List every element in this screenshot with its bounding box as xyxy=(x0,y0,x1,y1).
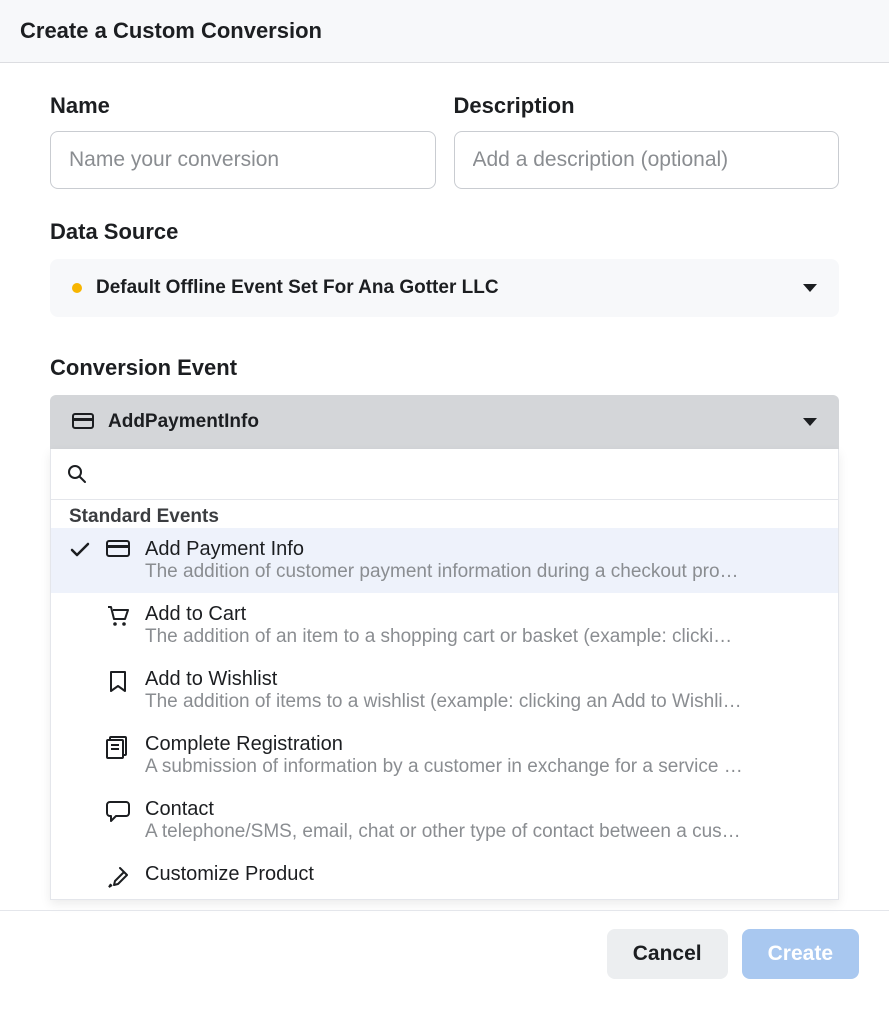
card-icon xyxy=(72,413,94,431)
dropdown-option[interactable]: Customize Product xyxy=(51,853,838,899)
option-title: Customize Product xyxy=(145,863,820,886)
conversion-event-value: AddPaymentInfo xyxy=(108,411,789,433)
name-input[interactable] xyxy=(50,131,436,189)
dialog-title: Create a Custom Conversion xyxy=(20,18,869,44)
conversion-event-select[interactable]: AddPaymentInfo xyxy=(50,395,839,449)
dropdown-option[interactable]: ContactA telephone/SMS, email, chat or o… xyxy=(51,788,838,853)
option-text: Add to WishlistThe addition of items to … xyxy=(145,668,820,713)
option-text: Complete RegistrationA submission of inf… xyxy=(145,733,820,778)
dialog-body: Name Description Data Source Default Off… xyxy=(0,63,889,910)
dialog-header: Create a Custom Conversion xyxy=(0,0,889,63)
cart-icon xyxy=(105,603,131,627)
dropdown-option[interactable]: Add to CartThe addition of an item to a … xyxy=(51,593,838,658)
check-icon xyxy=(69,733,91,737)
data-source-value: Default Offline Event Set For Ana Gotter… xyxy=(96,277,789,299)
dialog-footer: Cancel Create xyxy=(0,910,889,997)
dropdown-group-label: Standard Events xyxy=(51,500,838,528)
option-text: Customize Product xyxy=(145,863,820,886)
description-label: Description xyxy=(454,93,840,119)
data-source-label: Data Source xyxy=(50,219,839,245)
option-description: The addition of items to a wishlist (exa… xyxy=(145,691,820,713)
description-input[interactable] xyxy=(454,131,840,189)
option-text: ContactA telephone/SMS, email, chat or o… xyxy=(145,798,820,843)
name-field: Name xyxy=(50,93,436,189)
option-description: A submission of information by a custome… xyxy=(145,756,820,778)
conversion-event-dropdown: Standard Events Add Payment InfoThe addi… xyxy=(50,449,839,900)
data-source-select[interactable]: Default Offline Event Set For Ana Gotter… xyxy=(50,259,839,317)
dropdown-option[interactable]: Add to WishlistThe addition of items to … xyxy=(51,658,838,723)
option-description: The addition of customer payment informa… xyxy=(145,561,820,583)
status-dot-icon xyxy=(72,283,82,293)
dropdown-option[interactable]: Complete RegistrationA submission of inf… xyxy=(51,723,838,788)
option-title: Contact xyxy=(145,798,820,821)
check-icon xyxy=(69,603,91,607)
chat-icon xyxy=(105,798,131,822)
create-button[interactable]: Create xyxy=(742,929,859,979)
description-field: Description xyxy=(454,93,840,189)
search-icon xyxy=(67,464,87,484)
option-description: A telephone/SMS, email, chat or other ty… xyxy=(145,821,820,843)
conversion-event-label: Conversion Event xyxy=(50,355,839,381)
check-icon xyxy=(69,538,91,558)
option-title: Add Payment Info xyxy=(145,538,820,561)
option-title: Add to Cart xyxy=(145,603,820,626)
check-icon xyxy=(69,668,91,672)
form-icon xyxy=(105,733,131,759)
option-text: Add Payment InfoThe addition of customer… xyxy=(145,538,820,583)
chevron-down-icon xyxy=(803,418,817,426)
option-text: Add to CartThe addition of an item to a … xyxy=(145,603,820,648)
bookmark-icon xyxy=(105,668,131,694)
dropdown-option[interactable]: Add Payment InfoThe addition of customer… xyxy=(51,528,838,593)
dropdown-search-input[interactable] xyxy=(99,459,822,489)
option-title: Complete Registration xyxy=(145,733,820,756)
cancel-button[interactable]: Cancel xyxy=(607,929,728,979)
brush-icon xyxy=(105,863,131,889)
dropdown-search-row xyxy=(51,449,838,500)
card-icon xyxy=(105,538,131,558)
chevron-down-icon xyxy=(803,284,817,292)
name-label: Name xyxy=(50,93,436,119)
option-description: The addition of an item to a shopping ca… xyxy=(145,626,820,648)
option-title: Add to Wishlist xyxy=(145,668,820,691)
check-icon xyxy=(69,863,91,867)
check-icon xyxy=(69,798,91,802)
